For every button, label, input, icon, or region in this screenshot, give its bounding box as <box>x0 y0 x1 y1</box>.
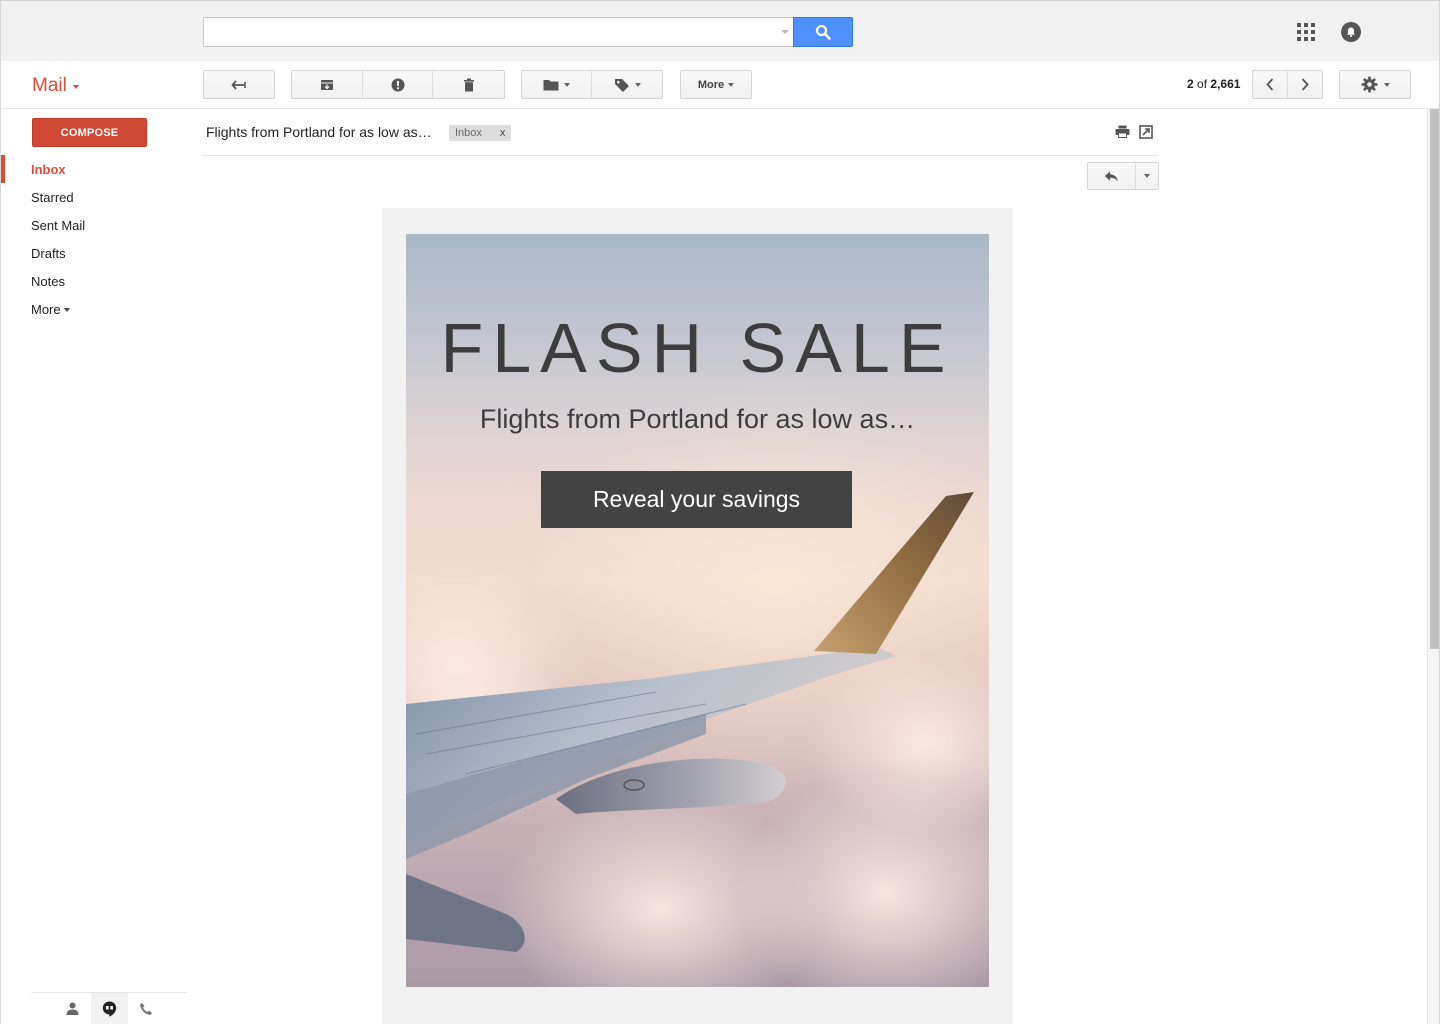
pagination-of: of <box>1197 77 1208 91</box>
chevron-down-icon <box>63 307 70 312</box>
sidebar-item-label: More <box>31 301 61 317</box>
organize-group <box>521 70 663 99</box>
message-subject: Flights from Portland for as low as… <box>206 124 432 140</box>
chevron-down-icon <box>1144 174 1151 178</box>
sidebar-item-starred[interactable]: Starred <box>1 183 201 211</box>
search-button[interactable] <box>793 17 853 47</box>
reply-button-group <box>1087 162 1159 190</box>
pagination-nav <box>1252 70 1323 99</box>
divider <box>202 155 1158 156</box>
chevron-left-icon <box>1266 78 1273 91</box>
search-field[interactable] <box>204 18 774 46</box>
archive-icon <box>320 79 333 90</box>
search-options-dropdown-icon[interactable] <box>781 30 789 34</box>
reply-button[interactable] <box>1088 163 1137 189</box>
mail-app-switcher[interactable]: Mail <box>32 75 79 97</box>
report-spam-button[interactable] <box>363 71 434 98</box>
pagination-current: 2 <box>1187 77 1194 91</box>
move-to-button[interactable] <box>522 71 592 98</box>
archive-button[interactable] <box>292 71 363 98</box>
reveal-savings-button[interactable]: Reveal your savings <box>541 471 852 528</box>
hangouts-icon <box>102 1001 116 1017</box>
newer-button[interactable] <box>1288 71 1323 98</box>
sidebar-footer-tabs <box>31 992 187 1024</box>
settings-button[interactable] <box>1339 70 1411 99</box>
top-bar <box>0 0 1440 61</box>
action-toolbar: Mail More 2 of 2,661 <box>0 61 1440 109</box>
contacts-tab[interactable] <box>54 993 91 1024</box>
hero-banner-image[interactable]: FLASH SALE Flights from Portland for as … <box>406 234 989 987</box>
phone-icon <box>140 1002 152 1015</box>
print-icon <box>1115 125 1130 138</box>
label-chip-inbox: Inbox x <box>449 125 512 141</box>
sidebar-item-label: Sent Mail <box>31 217 86 233</box>
sidebar-item-more[interactable]: More <box>1 295 201 323</box>
sidebar-item-sent-mail[interactable]: Sent Mail <box>1 211 201 239</box>
email-subheadline: Flights from Portland for as low as… <box>479 404 916 434</box>
sidebar-item-drafts[interactable]: Drafts <box>1 239 201 267</box>
report-spam-icon <box>391 78 404 91</box>
chevron-down-icon <box>1383 82 1390 87</box>
pagination-count: 2 of 2,661 <box>1187 77 1240 91</box>
delete-button[interactable] <box>433 71 504 98</box>
compose-button[interactable]: COMPOSE <box>32 118 147 147</box>
chevron-down-icon <box>72 85 79 89</box>
more-actions-button[interactable]: More <box>680 70 752 99</box>
folder-icon <box>543 79 559 90</box>
sidebar-item-inbox[interactable]: Inbox <box>1 155 201 183</box>
scrollbar-thumb[interactable] <box>1430 109 1439 649</box>
phone-tab[interactable] <box>128 993 165 1024</box>
sidebar: COMPOSE Inbox Starred Sent Mail Drafts N… <box>0 109 200 1024</box>
gear-icon <box>1361 76 1377 93</box>
search-input[interactable] <box>203 17 795 47</box>
sidebar-item-label: Notes <box>31 273 65 289</box>
back-to-inbox-button[interactable] <box>203 70 275 99</box>
back-arrow-icon <box>231 79 246 90</box>
apps-grid-icon[interactable] <box>1297 23 1315 41</box>
reply-options-button[interactable] <box>1136 163 1158 189</box>
app-title: Mail <box>32 75 67 96</box>
new-window-icon <box>1139 125 1153 139</box>
print-all-button[interactable] <box>1115 125 1130 143</box>
chevron-down-icon <box>634 82 641 87</box>
more-actions-label: More <box>697 78 725 91</box>
scrollbar[interactable] <box>1427 109 1439 1024</box>
notifications-icon[interactable] <box>1341 22 1361 42</box>
bell-icon <box>1347 27 1355 37</box>
chevron-right-icon <box>1301 78 1309 91</box>
message-actions-group <box>291 70 505 99</box>
chevron-down-icon <box>564 82 570 87</box>
sidebar-item-label: Starred <box>31 189 74 205</box>
email-headline: FLASH SALE <box>440 309 955 387</box>
labels-button[interactable] <box>592 71 662 98</box>
sidebar-item-notes[interactable]: Notes <box>1 267 201 295</box>
trash-icon <box>463 78 474 91</box>
person-icon <box>66 1002 78 1015</box>
label-tag-icon <box>614 78 629 92</box>
remove-label-button[interactable]: x <box>500 127 506 139</box>
sidebar-nav: Inbox Starred Sent Mail Drafts Notes Mor… <box>1 155 201 323</box>
hangouts-tab[interactable] <box>90 993 128 1024</box>
pagination-total: 2,661 <box>1210 77 1241 91</box>
sidebar-item-label: Drafts <box>31 245 66 261</box>
open-in-new-window-button[interactable] <box>1139 125 1153 144</box>
older-button[interactable] <box>1253 71 1288 98</box>
label-chip-text[interactable]: Inbox <box>455 127 482 139</box>
search-icon <box>815 24 831 40</box>
chevron-down-icon <box>728 82 735 87</box>
sidebar-item-label: Inbox <box>31 161 66 177</box>
reply-icon <box>1104 171 1119 181</box>
